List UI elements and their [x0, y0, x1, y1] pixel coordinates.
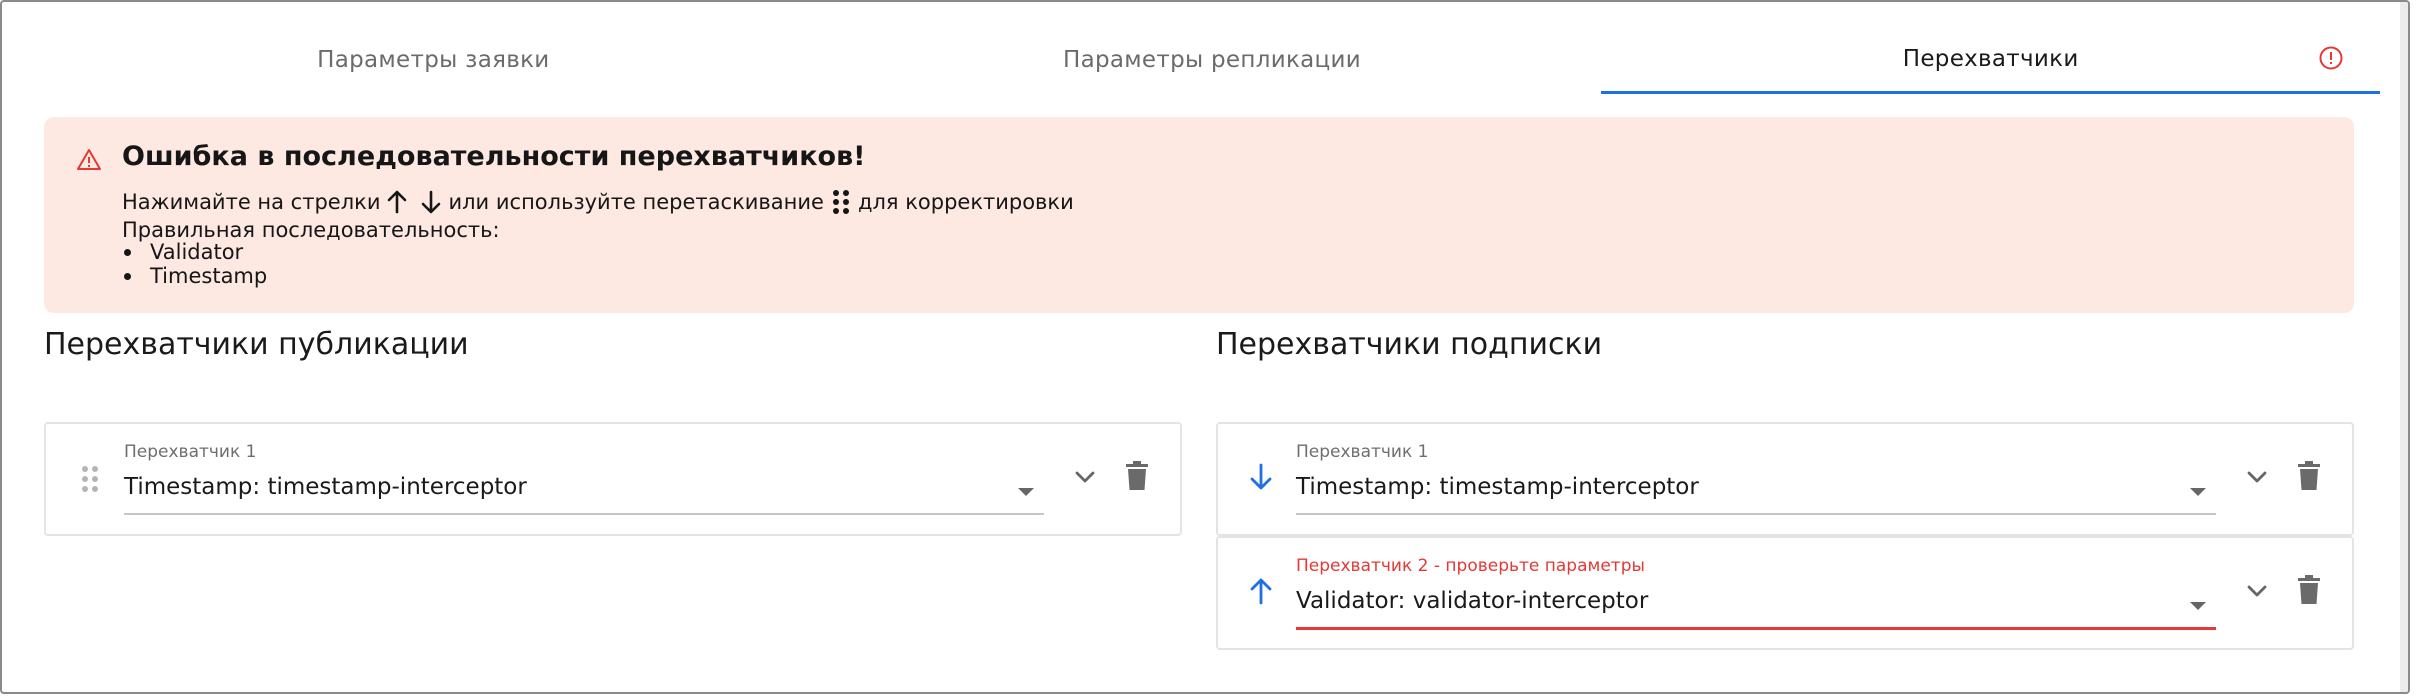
publication-interceptor-1: Перехватчик 1 Timestamp: timestamp-inter… [44, 422, 1182, 536]
arrow-down-icon [422, 190, 441, 214]
select-underline [124, 513, 1044, 515]
alert-text-part3: для корректировки [857, 190, 1074, 214]
interceptor-label-error: Перехватчик 2 - проверьте параметры [1296, 556, 1645, 576]
interceptor-label: Перехватчик 1 [124, 442, 257, 462]
alert-text-part1: Нажимайте на стрелки [122, 190, 381, 214]
error-circle-icon [2319, 46, 2343, 70]
sequence-error-alert: Ошибка в последовательности перехватчико… [44, 117, 2354, 313]
tab-interceptors[interactable]: Перехватчики [1601, 26, 2381, 94]
select-underline [1296, 513, 2216, 515]
subscription-interceptor-2: Перехватчик 2 - проверьте параметры Vali… [1216, 536, 2354, 650]
chevron-down-icon[interactable] [1070, 462, 1100, 492]
subscription-section-title: Перехватчики подписки [1216, 327, 1603, 362]
alert-title: Ошибка в последовательности перехватчико… [122, 141, 866, 172]
warning-triangle-icon [77, 149, 101, 170]
delete-icon[interactable] [1122, 460, 1152, 492]
arrow-down-icon[interactable] [1244, 460, 1278, 494]
correct-sequence-list: Validator Timestamp [122, 240, 267, 288]
delete-icon[interactable] [2294, 460, 2324, 492]
publication-section-title: Перехватчики публикации [44, 327, 469, 362]
alert-instructions: Нажимайте на стрелки или используйте пер… [122, 187, 1074, 217]
drag-handle-icon[interactable] [78, 462, 102, 496]
list-item: Validator [122, 240, 267, 264]
arrow-up-icon [388, 190, 407, 214]
delete-icon[interactable] [2294, 574, 2324, 606]
tab-bar: Параметры заявки Параметры репликации Пе… [44, 26, 2381, 94]
list-item: Timestamp [122, 264, 267, 288]
select-underline-error [1296, 627, 2216, 630]
interceptor-label: Перехватчик 1 [1296, 442, 1429, 462]
interceptor-select[interactable]: Timestamp: timestamp-interceptor [1296, 474, 1699, 500]
tab-label: Перехватчики [1902, 45, 2079, 72]
tab-label: Параметры заявки [317, 47, 550, 73]
interceptor-select[interactable]: Timestamp: timestamp-interceptor [124, 474, 527, 500]
tab-request-params[interactable]: Параметры заявки [44, 26, 823, 94]
alert-text-part2: или используйте перетаскивание [448, 190, 824, 214]
chevron-down-icon[interactable] [2242, 462, 2272, 492]
select-caret-icon[interactable] [2190, 602, 2206, 610]
select-caret-icon[interactable] [2190, 488, 2206, 496]
window-edge [2400, 2, 2408, 692]
select-caret-icon[interactable] [1018, 488, 1034, 496]
drag-handle-icon [832, 190, 849, 214]
tab-replication-params[interactable]: Параметры репликации [823, 26, 1602, 94]
arrow-up-icon[interactable] [1244, 574, 1278, 608]
app-frame: Параметры заявки Параметры репликации Пе… [0, 0, 2410, 694]
tab-label: Параметры репликации [1062, 47, 1362, 73]
alert-sequence-heading: Правильная последовательность: [122, 218, 500, 242]
chevron-down-icon[interactable] [2242, 576, 2272, 606]
interceptor-select[interactable]: Validator: validator-interceptor [1296, 588, 1648, 614]
subscription-interceptor-1: Перехватчик 1 Timestamp: timestamp-inter… [1216, 422, 2354, 536]
